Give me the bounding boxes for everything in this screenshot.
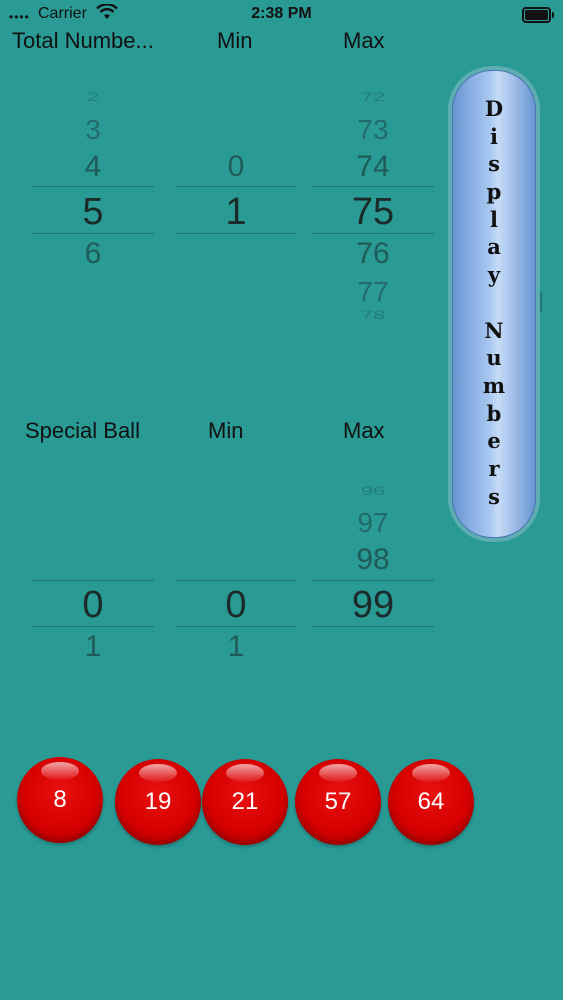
selection-line <box>32 626 154 627</box>
display-numbers-letter: N <box>484 317 504 343</box>
result-ball: 19 <box>115 759 201 845</box>
ball-number: 64 <box>417 788 445 815</box>
result-ball: 8 <box>17 757 103 843</box>
display-numbers-letter: m <box>482 372 506 398</box>
display-numbers-button[interactable]: Display Numbers <box>452 70 536 538</box>
special-min-picker[interactable]: 0 1 <box>175 0 297 700</box>
special-ball-picker[interactable]: 0 1 <box>32 0 154 700</box>
selection-line <box>175 580 297 581</box>
ball-number: 21 <box>231 788 259 815</box>
picker-selected-value[interactable]: 99 <box>312 584 434 627</box>
display-numbers-letter: s <box>488 483 500 509</box>
battery-icon <box>522 7 554 23</box>
special-max-picker[interactable]: 96 97 98 99 <box>312 0 434 700</box>
display-numbers-letter: y <box>487 262 501 288</box>
display-numbers-label: Display Numbers <box>453 95 535 510</box>
display-numbers-letter: l <box>490 206 498 232</box>
selection-line <box>312 626 434 627</box>
result-ball: 21 <box>202 759 288 845</box>
display-numbers-letter: e <box>487 428 501 454</box>
display-numbers-letter: a <box>487 234 501 260</box>
display-numbers-letter <box>453 289 535 317</box>
picker-option[interactable]: 1 <box>32 630 154 664</box>
picker-option[interactable]: 96 <box>312 484 434 498</box>
picker-selected-value[interactable]: 0 <box>175 584 297 627</box>
display-numbers-letter: D <box>484 96 504 121</box>
display-numbers-letter: u <box>486 345 502 371</box>
display-numbers-letter: r <box>488 455 500 481</box>
picker-option[interactable]: 1 <box>175 630 297 664</box>
display-numbers-letter: p <box>486 179 502 205</box>
ball-number: 19 <box>144 788 172 815</box>
selection-line <box>175 626 297 627</box>
selection-line <box>32 580 154 581</box>
result-ball: 64 <box>388 759 474 845</box>
display-numbers-letter: s <box>488 151 500 177</box>
picker-option[interactable]: 97 <box>312 507 434 539</box>
display-numbers-letter: b <box>486 400 502 426</box>
scroll-indicator <box>540 292 542 312</box>
display-numbers-letter: i <box>490 123 498 149</box>
ball-number: 57 <box>324 788 352 815</box>
picker-selected-value[interactable]: 0 <box>32 584 154 627</box>
result-ball: 57 <box>295 759 381 845</box>
selection-line <box>312 580 434 581</box>
ball-number: 8 <box>53 786 67 813</box>
picker-option[interactable]: 98 <box>312 543 434 577</box>
